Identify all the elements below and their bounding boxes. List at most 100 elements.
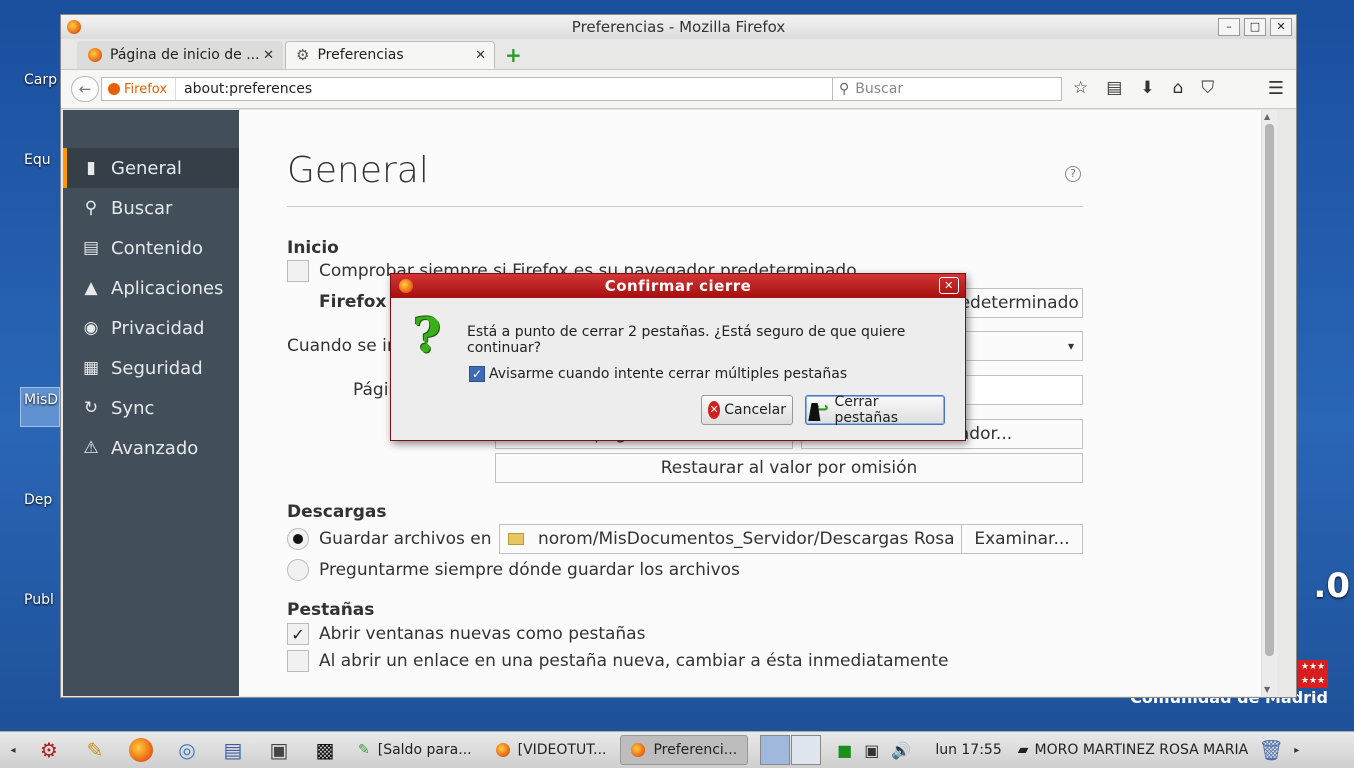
volume-icon[interactable]: 🔊 bbox=[891, 741, 911, 760]
save-files-radio[interactable] bbox=[287, 528, 309, 550]
help-icon[interactable]: ? bbox=[1065, 166, 1081, 182]
restore-default-button[interactable]: Restaurar al valor por omisión bbox=[495, 453, 1083, 483]
desktop-icon-publ[interactable]: Publ bbox=[24, 592, 54, 608]
sidebar-item-privacidad[interactable]: ◉ Privacidad bbox=[63, 308, 239, 348]
desktop-icon-misd[interactable]: MisD bbox=[24, 392, 58, 408]
open-tabs-checkbox[interactable]: ✓ bbox=[287, 623, 309, 645]
firefox-icon bbox=[88, 48, 102, 62]
ask-download-radio[interactable] bbox=[287, 559, 309, 581]
back-button[interactable]: ← bbox=[71, 76, 99, 102]
clock[interactable]: lun 17:55 bbox=[935, 742, 1001, 758]
save-files-row: Guardar archivos en bbox=[287, 528, 492, 550]
network-icon[interactable]: ■ bbox=[837, 741, 852, 760]
document-icon: ✎ bbox=[358, 742, 370, 758]
advanced-icon: ⚠ bbox=[83, 438, 99, 458]
dialog-titlebar[interactable]: Confirmar cierre ✕ bbox=[391, 274, 965, 298]
window-title: Preferencias - Mozilla Firefox bbox=[571, 18, 786, 36]
bookmarks-list-icon[interactable]: ▤ bbox=[1106, 78, 1122, 98]
switch-tab-checkbox[interactable] bbox=[287, 650, 309, 672]
sidebar-item-general[interactable]: ▮ General bbox=[63, 148, 239, 188]
taskbar-scroll-right-icon[interactable]: ▸ bbox=[1294, 745, 1299, 756]
url-text: about:preferences bbox=[184, 81, 313, 97]
search-input[interactable]: ⚲ Buscar bbox=[832, 77, 1062, 101]
maximize-button[interactable]: □ bbox=[1244, 18, 1266, 36]
trash-icon[interactable]: 🗑 bbox=[1256, 736, 1286, 764]
sidebar-item-seguridad[interactable]: ▦ Seguridad bbox=[63, 348, 239, 388]
minimize-button[interactable]: – bbox=[1218, 18, 1240, 36]
title-divider bbox=[287, 206, 1083, 207]
identity-box[interactable]: Firefox bbox=[102, 78, 177, 100]
task-preferencias[interactable]: Preferenci... bbox=[620, 735, 749, 765]
pocket-icon[interactable]: ⛉ bbox=[1201, 78, 1214, 98]
confirm-close-dialog: Confirmar cierre ✕ ? Está a punto de cer… bbox=[390, 273, 966, 441]
downloads-icon[interactable]: ⬇ bbox=[1140, 78, 1154, 98]
folder-icon bbox=[508, 533, 524, 545]
tab-home[interactable]: Página de inicio de ... ✕ bbox=[77, 41, 283, 69]
user-menu[interactable]: ▰ MORO MARTINEZ ROSA MARIA bbox=[1018, 742, 1249, 758]
default-browser-checkbox[interactable] bbox=[287, 260, 309, 282]
taskbar-scroll-left-icon[interactable]: ◂ bbox=[0, 745, 26, 756]
notes-icon[interactable]: ▤ bbox=[218, 736, 248, 764]
sidebar-item-sync[interactable]: ↻ Sync bbox=[63, 388, 239, 428]
section-heading-descargas: Descargas bbox=[287, 502, 387, 522]
firefox-launcher-icon[interactable] bbox=[126, 736, 156, 764]
question-icon: ? bbox=[413, 308, 442, 364]
warn-multiple-tabs-checkbox[interactable]: ✓ bbox=[469, 366, 485, 382]
sync-icon: ↻ bbox=[83, 398, 99, 418]
text-editor-icon[interactable]: ✎ bbox=[80, 736, 110, 764]
firefox-icon bbox=[399, 279, 413, 293]
task-saldo[interactable]: ✎ [Saldo para... bbox=[348, 735, 482, 765]
download-path[interactable]: norom/MisDocumentos_Servidor/Descargas R… bbox=[500, 525, 962, 553]
sidebar-item-contenido[interactable]: ▤ Contenido bbox=[63, 228, 239, 268]
desktop-icon-dep[interactable]: Dep bbox=[24, 492, 52, 508]
home-icon[interactable]: ⌂ bbox=[1173, 78, 1184, 98]
identity-label: Firefox bbox=[124, 81, 168, 97]
section-heading-inicio: Inicio bbox=[287, 238, 339, 258]
url-bar[interactable]: Firefox about:preferences ⟳ bbox=[101, 77, 883, 101]
sidebar-item-label: Sync bbox=[111, 397, 155, 419]
new-tab-button[interactable]: + bbox=[505, 41, 522, 69]
sidebar-item-aplicaciones[interactable]: ▲ Aplicaciones bbox=[63, 268, 239, 308]
tab-close-icon[interactable]: ✕ bbox=[475, 48, 486, 63]
desktop-icon-equ[interactable]: Equ bbox=[24, 152, 51, 168]
vertical-scrollbar[interactable]: ▲ ▼ bbox=[1261, 110, 1277, 696]
close-window-button[interactable]: ✕ bbox=[1270, 18, 1292, 36]
hamburger-menu-icon[interactable]: ☰ bbox=[1268, 78, 1284, 99]
workspace-1[interactable] bbox=[760, 735, 791, 765]
save-files-label: Guardar archivos en bbox=[319, 529, 492, 549]
workspace-2[interactable] bbox=[791, 735, 822, 765]
close-tabs-button[interactable]: ↩ Cerrar pestañas bbox=[805, 394, 945, 426]
tab-bar: Página de inicio de ... ✕ ⚙ Preferencias… bbox=[61, 39, 1296, 69]
scroll-down-icon[interactable]: ▼ bbox=[1264, 685, 1270, 694]
system-tools-icon[interactable]: ▣ bbox=[264, 736, 294, 764]
bookmark-star-icon[interactable]: ☆ bbox=[1073, 78, 1088, 98]
sidebar-item-label: Privacidad bbox=[111, 317, 205, 339]
search-icon: ⚲ bbox=[84, 198, 98, 218]
start-menu-icon[interactable]: ⚙ bbox=[34, 736, 64, 764]
dialog-close-button[interactable]: ✕ bbox=[939, 277, 959, 294]
chrome-launcher-icon[interactable]: ◎ bbox=[172, 736, 202, 764]
cancel-button[interactable]: ✕ Cancelar bbox=[701, 395, 793, 425]
sidebar-item-buscar[interactable]: ⚲ Buscar bbox=[63, 188, 239, 228]
sidebar-item-label: General bbox=[111, 157, 182, 179]
tab-close-icon[interactable]: ✕ bbox=[263, 48, 274, 63]
window-titlebar[interactable]: Preferencias - Mozilla Firefox – □ ✕ bbox=[61, 15, 1296, 39]
search-placeholder: Buscar bbox=[855, 81, 904, 97]
task-videotut[interactable]: [VIDEOTUT... bbox=[486, 735, 617, 765]
section-heading-pestanas: Pestañas bbox=[287, 600, 375, 620]
scroll-up-icon[interactable]: ▲ bbox=[1264, 112, 1270, 121]
removable-drive-icon[interactable]: ▣ bbox=[864, 741, 879, 760]
page-title: General bbox=[287, 150, 429, 191]
tab-preferences[interactable]: ⚙ Preferencias ✕ bbox=[285, 41, 495, 69]
switch-tab-label: Al abrir un enlace en una pestaña nueva,… bbox=[319, 651, 949, 671]
sidebar-item-label: Seguridad bbox=[111, 357, 203, 379]
scrollbar-thumb[interactable] bbox=[1265, 124, 1274, 656]
desktop-icon-carp[interactable]: Carp bbox=[24, 72, 57, 88]
sidebar-item-avanzado[interactable]: ⚠ Avanzado bbox=[63, 428, 239, 468]
system-tray: ■ ▣ 🔊 bbox=[837, 741, 911, 760]
terminal-icon[interactable]: ▩ bbox=[310, 736, 340, 764]
privacy-mask-icon: ◉ bbox=[83, 318, 99, 338]
taskbar: ◂ ⚙ ✎ ◎ ▤ ▣ ▩ ✎ [Saldo para... [VIDEOTUT… bbox=[0, 731, 1354, 768]
sidebar-item-label: Contenido bbox=[111, 237, 203, 259]
browse-button[interactable]: Examinar... bbox=[962, 529, 1082, 549]
